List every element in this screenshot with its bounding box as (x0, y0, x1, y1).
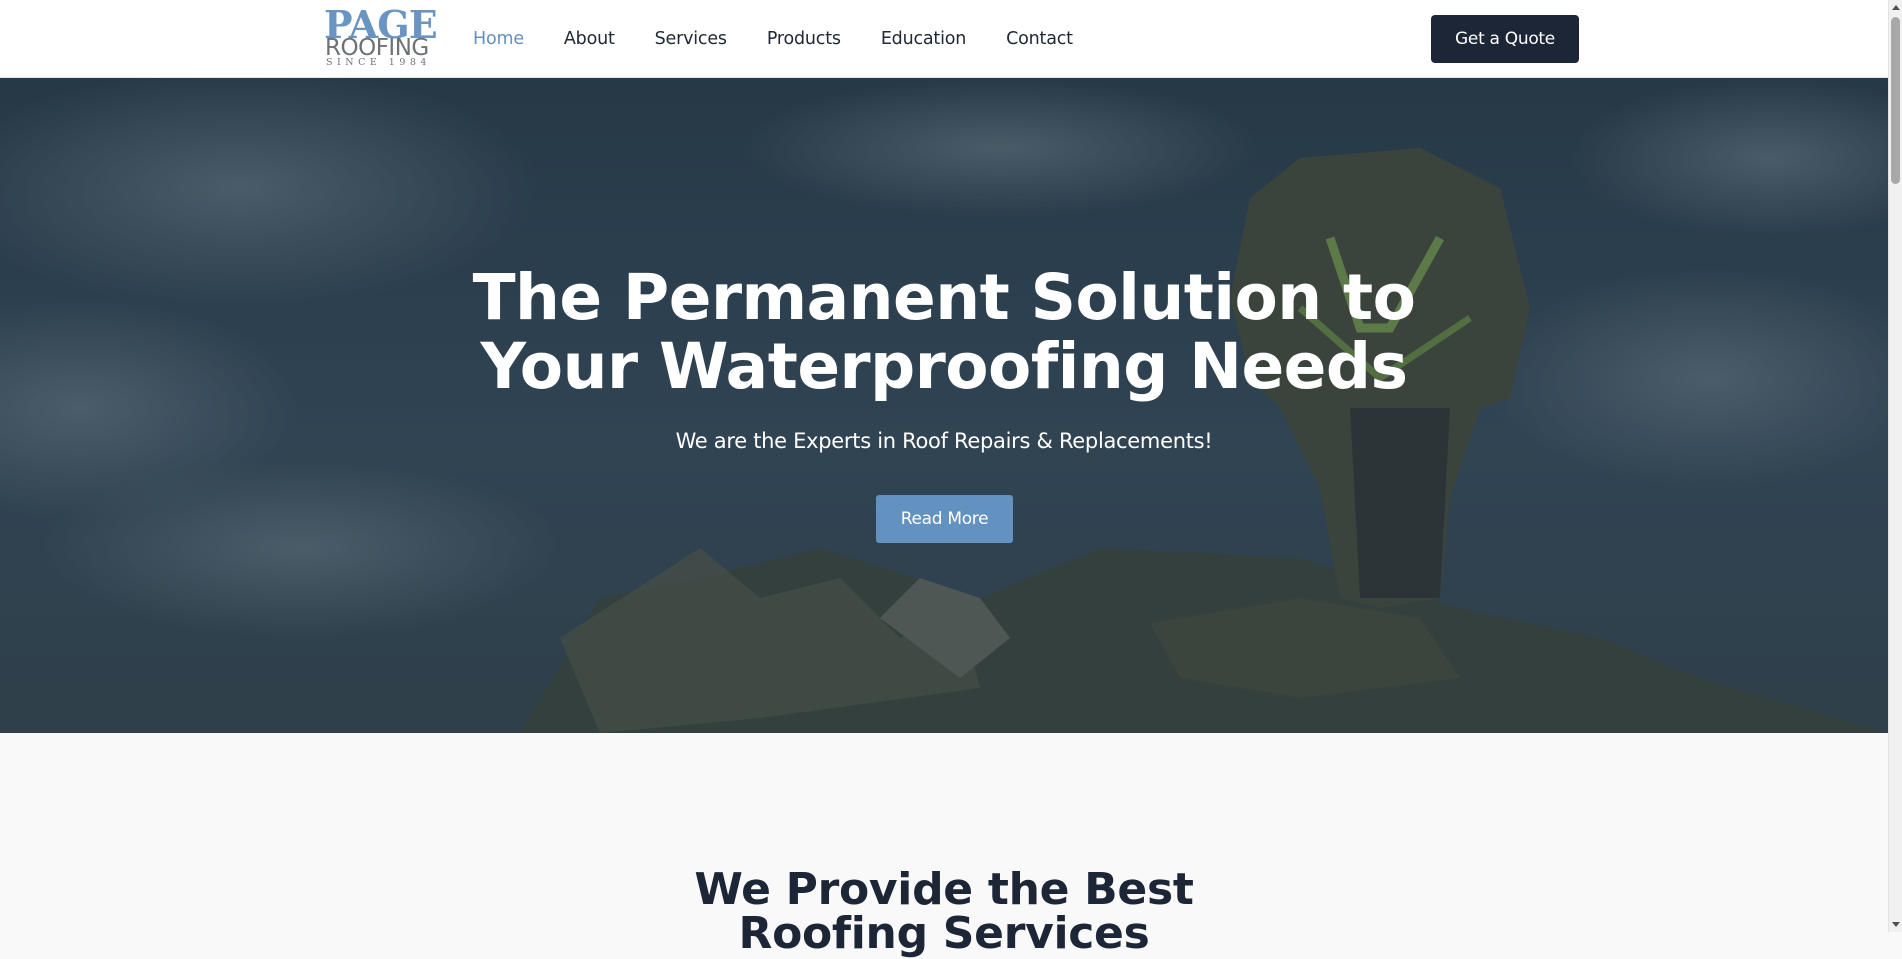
nav-link-services[interactable]: Services (655, 29, 727, 49)
nav-link-about[interactable]: About (564, 29, 615, 49)
hero-title-line-2: Your Waterproofing Needs (480, 330, 1408, 403)
nav-link-home[interactable]: Home (473, 29, 524, 49)
read-more-button[interactable]: Read More (876, 495, 1013, 543)
page-scrollbar[interactable] (1888, 0, 1902, 932)
logo-tagline: SINCE 1984 (326, 57, 431, 68)
services-heading: We Provide the Best Roofing Services (0, 868, 1888, 956)
hero-section: The Permanent Solution to Your Waterproo… (0, 78, 1888, 733)
services-heading-line-1: We Provide the Best (694, 864, 1194, 915)
main-nav: Home About Services Products Education C… (473, 0, 1113, 78)
site-header: PAGE ROOFING SINCE 1984 Home About Servi… (0, 0, 1888, 78)
page-roofing-logo[interactable]: PAGE ROOFING SINCE 1984 (324, 3, 438, 69)
nav-link-products[interactable]: Products (767, 29, 841, 49)
scroll-up-arrow-icon[interactable] (1892, 5, 1900, 10)
nav-link-education[interactable]: Education (881, 29, 967, 49)
hero-subtitle: We are the Experts in Roof Repairs & Rep… (675, 429, 1213, 453)
nav-link-contact[interactable]: Contact (1006, 29, 1073, 49)
hero-title-line-1: The Permanent Solution to (472, 261, 1416, 334)
scrollbar-thumb[interactable] (1891, 17, 1900, 184)
get-a-quote-button[interactable]: Get a Quote (1431, 15, 1579, 63)
hero-title: The Permanent Solution to Your Waterproo… (0, 263, 1888, 401)
services-heading-line-2: Roofing Services (738, 908, 1150, 959)
hero-dark-overlay (0, 78, 1888, 733)
scroll-down-arrow-icon[interactable] (1892, 922, 1900, 927)
